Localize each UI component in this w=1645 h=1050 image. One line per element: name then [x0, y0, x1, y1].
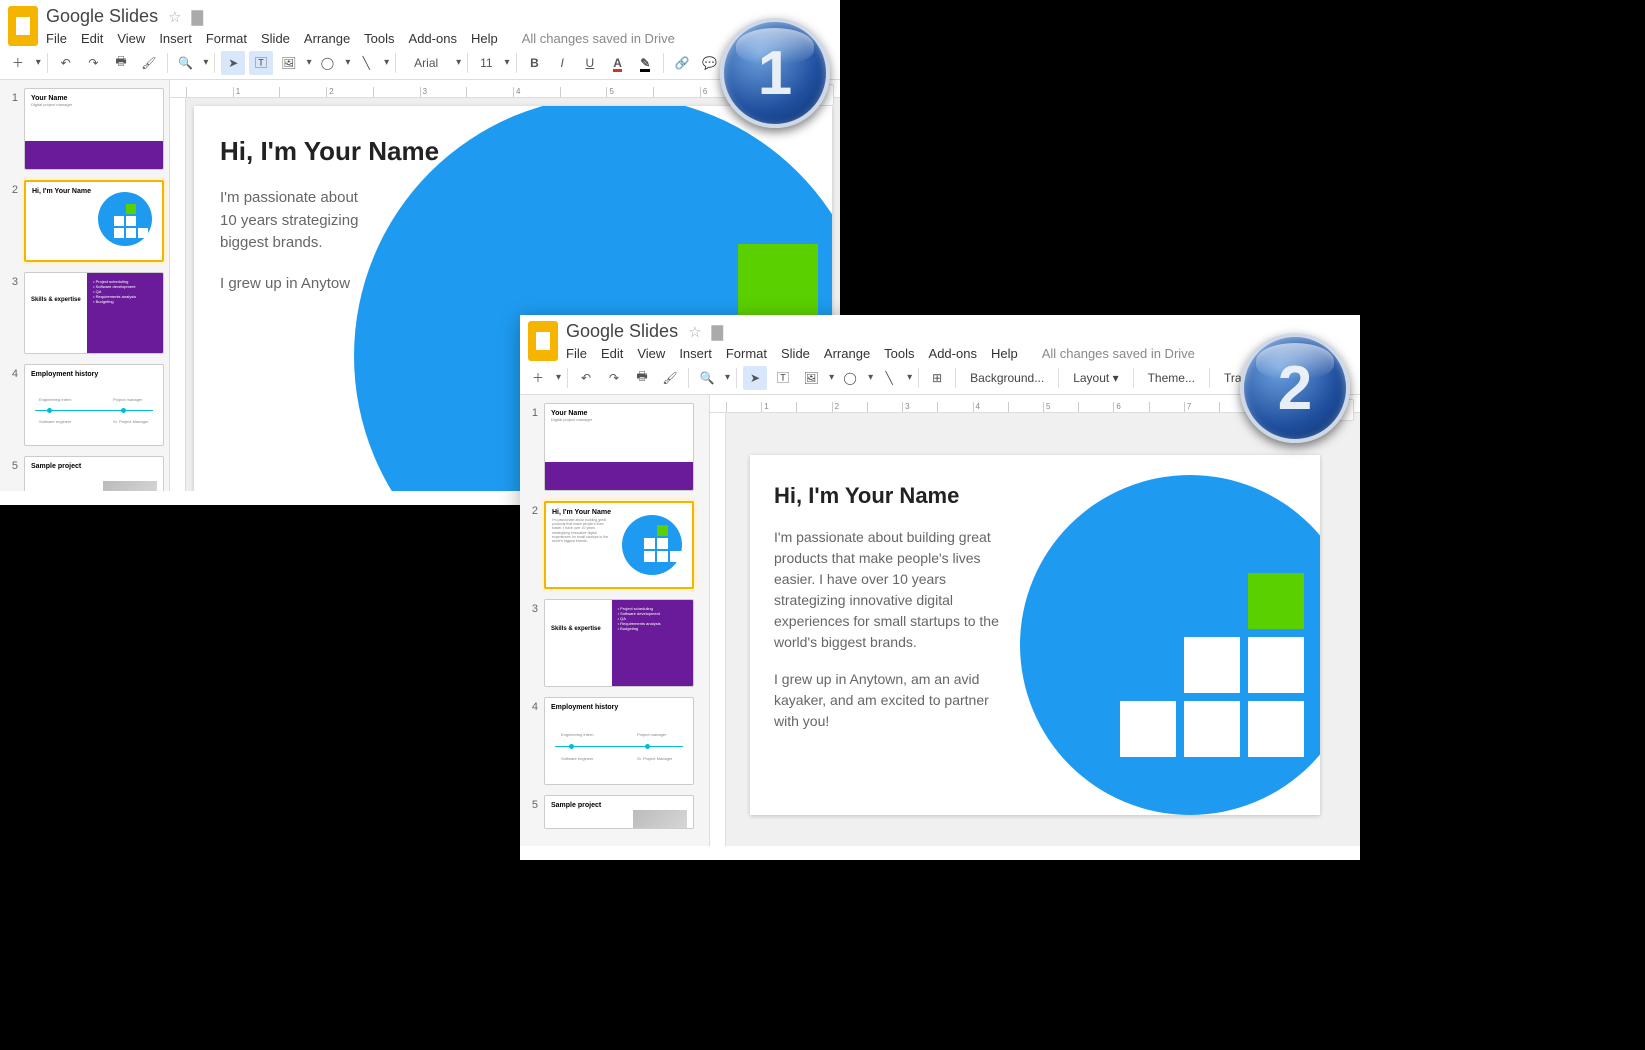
thumbnail-5[interactable]: Sample project: [544, 795, 694, 829]
menu-edit[interactable]: Edit: [81, 31, 103, 46]
select-tool[interactable]: ➤: [743, 366, 767, 390]
menu-bar: File Edit View Insert Format Slide Arran…: [566, 342, 1195, 361]
menu-file[interactable]: File: [566, 346, 587, 361]
title-bar: Google Slides ☆ ▇ File Edit View Insert …: [520, 315, 1360, 361]
toolbar: ＋ ▾ ↶ ↷ 🖶 🖌 🔍 ▾ ➤ 🅃 🖼 ▾ ◯ ▾ ╲ ▾ ⊞ Backgr…: [520, 361, 1360, 395]
select-tool[interactable]: ➤: [221, 51, 245, 75]
highlight-button[interactable]: ✎: [633, 51, 657, 75]
title-bar: Google Slides ☆ ▇ File Edit View Insert …: [0, 0, 840, 46]
save-status: All changes saved in Drive: [1042, 346, 1195, 361]
print-button[interactable]: 🖶: [109, 51, 133, 75]
paint-format-button[interactable]: 🖌: [137, 51, 161, 75]
font-size-select[interactable]: 11: [474, 51, 498, 75]
new-slide-button[interactable]: ＋: [526, 366, 550, 390]
menu-tools[interactable]: Tools: [884, 346, 914, 361]
comment-button[interactable]: 💬: [698, 51, 722, 75]
comment-button[interactable]: ⊞: [925, 366, 949, 390]
undo-button[interactable]: ↶: [574, 366, 598, 390]
thumbnail-2[interactable]: Hi, I'm Your Name: [24, 180, 164, 262]
vertical-ruler: [710, 413, 726, 846]
slide-title[interactable]: Hi, I'm Your Name: [774, 483, 1004, 509]
thumbnail-3[interactable]: Skills & expertise • Project scheduling …: [24, 272, 164, 354]
redo-button[interactable]: ↷: [602, 366, 626, 390]
thumbnail-1[interactable]: Your Name Digital project manager: [544, 403, 694, 491]
menu-addons[interactable]: Add-ons: [409, 31, 457, 46]
theme-button[interactable]: Theme...: [1140, 371, 1203, 385]
line-tool[interactable]: ╲: [354, 51, 378, 75]
slide-paragraph-1[interactable]: I'm passionate about building great prod…: [774, 527, 1004, 653]
slide-panel[interactable]: 1 Your Name Digital project manager 2 Hi…: [520, 395, 710, 846]
menu-insert[interactable]: Insert: [679, 346, 712, 361]
new-slide-caret[interactable]: ▾: [36, 57, 41, 68]
slide-graphic: [1020, 475, 1320, 815]
menu-arrange[interactable]: Arrange: [824, 346, 870, 361]
slide-panel[interactable]: 1 Your Name Digital project manager 2 Hi…: [0, 80, 170, 491]
italic-button[interactable]: I: [550, 51, 574, 75]
badge-2: 2: [1240, 333, 1350, 443]
menu-tools[interactable]: Tools: [364, 31, 394, 46]
shape-tool[interactable]: ◯: [838, 366, 862, 390]
font-select[interactable]: Arial: [402, 51, 450, 75]
bold-button[interactable]: B: [523, 51, 547, 75]
menu-file[interactable]: File: [46, 31, 67, 46]
line-tool[interactable]: ╲: [877, 366, 901, 390]
slide-canvas[interactable]: Hi, I'm Your Name I'm passionate about b…: [750, 455, 1320, 815]
redo-button[interactable]: ↷: [81, 51, 105, 75]
folder-icon[interactable]: ▇: [712, 323, 724, 341]
menu-arrange[interactable]: Arrange: [304, 31, 350, 46]
canvas-area[interactable]: 123456789 ⌃ Hi, I'm Your Name I'm passio…: [710, 395, 1360, 846]
underline-button[interactable]: U: [578, 51, 602, 75]
zoom-button[interactable]: 🔍: [695, 366, 719, 390]
background-button[interactable]: Background...: [962, 371, 1052, 385]
thumbnail-1[interactable]: Your Name Digital project manager: [24, 88, 164, 170]
slides-window-2: Google Slides ☆ ▇ File Edit View Insert …: [520, 315, 1360, 860]
image-tool[interactable]: 🖼: [799, 366, 823, 390]
badge-1: 1: [720, 18, 830, 128]
menu-view[interactable]: View: [117, 31, 145, 46]
thumbnail-4[interactable]: Employment history Engineering intern Pr…: [544, 697, 694, 785]
vertical-ruler: [170, 98, 186, 491]
menu-addons[interactable]: Add-ons: [929, 346, 977, 361]
toolbar: ＋ ▾ ↶ ↷ 🖶 🖌 🔍 ▾ ➤ 🅃 🖼 ▾ ◯ ▾ ╲ ▾ Arial ▾ …: [0, 46, 840, 80]
document-title[interactable]: Google Slides: [566, 321, 678, 342]
menu-format[interactable]: Format: [206, 31, 247, 46]
thumbnail-4[interactable]: Employment history Engineering intern Pr…: [24, 364, 164, 446]
menu-slide[interactable]: Slide: [261, 31, 290, 46]
thumbnail-2[interactable]: Hi, I'm Your Name I'm passionate about b…: [544, 501, 694, 589]
textbox-tool[interactable]: 🅃: [771, 366, 795, 390]
menu-help[interactable]: Help: [471, 31, 498, 46]
paint-format-button[interactable]: 🖌: [658, 366, 682, 390]
image-tool[interactable]: 🖼: [277, 51, 301, 75]
save-status: All changes saved in Drive: [522, 31, 675, 46]
undo-button[interactable]: ↶: [54, 51, 78, 75]
new-slide-button[interactable]: ＋: [6, 51, 30, 75]
shape-tool[interactable]: ◯: [316, 51, 340, 75]
google-slides-icon: [528, 321, 558, 361]
thumbnail-5[interactable]: Sample project: [24, 456, 164, 491]
zoom-caret[interactable]: ▾: [203, 57, 208, 68]
zoom-button[interactable]: 🔍: [174, 51, 198, 75]
menu-bar: File Edit View Insert Format Slide Arran…: [46, 27, 675, 46]
document-title[interactable]: Google Slides: [46, 6, 158, 27]
menu-edit[interactable]: Edit: [601, 346, 623, 361]
menu-help[interactable]: Help: [991, 346, 1018, 361]
menu-format[interactable]: Format: [726, 346, 767, 361]
print-button[interactable]: 🖶: [630, 366, 654, 390]
google-slides-icon: [8, 6, 38, 46]
layout-button[interactable]: Layout ▾: [1065, 371, 1126, 385]
textbox-tool[interactable]: 🅃: [249, 51, 273, 75]
folder-icon[interactable]: ▇: [192, 8, 204, 26]
menu-insert[interactable]: Insert: [159, 31, 192, 46]
thumbnail-3[interactable]: Skills & expertise • Project scheduling …: [544, 599, 694, 687]
slide-paragraph-2[interactable]: I grew up in Anytown, am an avid kayaker…: [774, 669, 1004, 732]
star-icon[interactable]: ☆: [688, 323, 701, 341]
menu-view[interactable]: View: [637, 346, 665, 361]
link-button[interactable]: 🔗: [670, 51, 694, 75]
star-icon[interactable]: ☆: [168, 8, 181, 26]
menu-slide[interactable]: Slide: [781, 346, 810, 361]
text-color-button[interactable]: A: [606, 51, 630, 75]
